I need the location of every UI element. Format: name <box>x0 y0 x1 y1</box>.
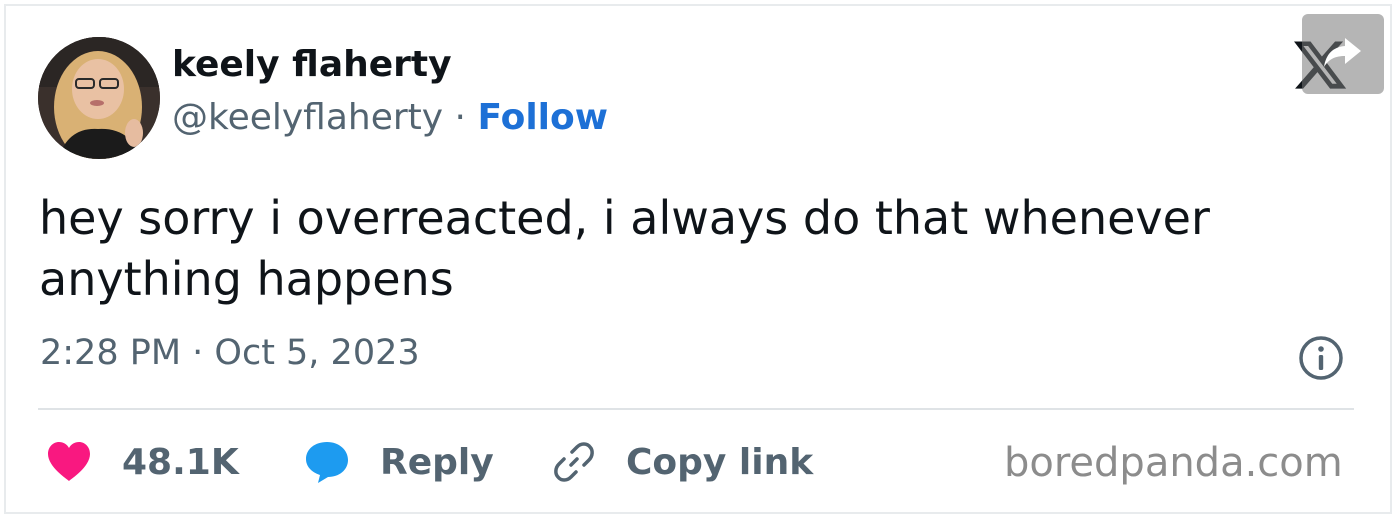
tweet-timestamp[interactable]: 2:28 PM · Oct 5, 2023 <box>40 333 420 373</box>
action-divider <box>38 408 1354 410</box>
author-display-name[interactable]: keely flaherty <box>172 44 452 85</box>
author-handle-row: @keelyflaherty · Follow <box>172 97 608 138</box>
watermark: boredpanda.com <box>1004 440 1343 486</box>
likes-count: 48.1K <box>122 441 239 483</box>
heart-icon <box>48 442 90 481</box>
share-button[interactable] <box>1302 14 1384 94</box>
reply-label: Reply <box>380 441 494 483</box>
copy-link-button[interactable]: Copy link <box>552 436 813 488</box>
share-arrow-icon <box>1324 38 1361 67</box>
copy-link-label: Copy link <box>626 441 814 483</box>
avatar[interactable] <box>38 37 160 159</box>
info-icon[interactable] <box>1297 334 1345 382</box>
speech-bubble-icon <box>306 442 348 483</box>
handle-separator: · <box>454 97 466 138</box>
reply-button[interactable]: Reply <box>304 436 494 488</box>
like-button[interactable]: 48.1K <box>46 436 239 488</box>
follow-link[interactable]: Follow <box>477 97 608 138</box>
link-icon <box>554 442 594 482</box>
author-handle[interactable]: @keelyflaherty <box>172 97 443 138</box>
tweet-text: hey sorry i overreacted, i always do tha… <box>39 191 1210 306</box>
avatar-photo <box>38 37 160 159</box>
